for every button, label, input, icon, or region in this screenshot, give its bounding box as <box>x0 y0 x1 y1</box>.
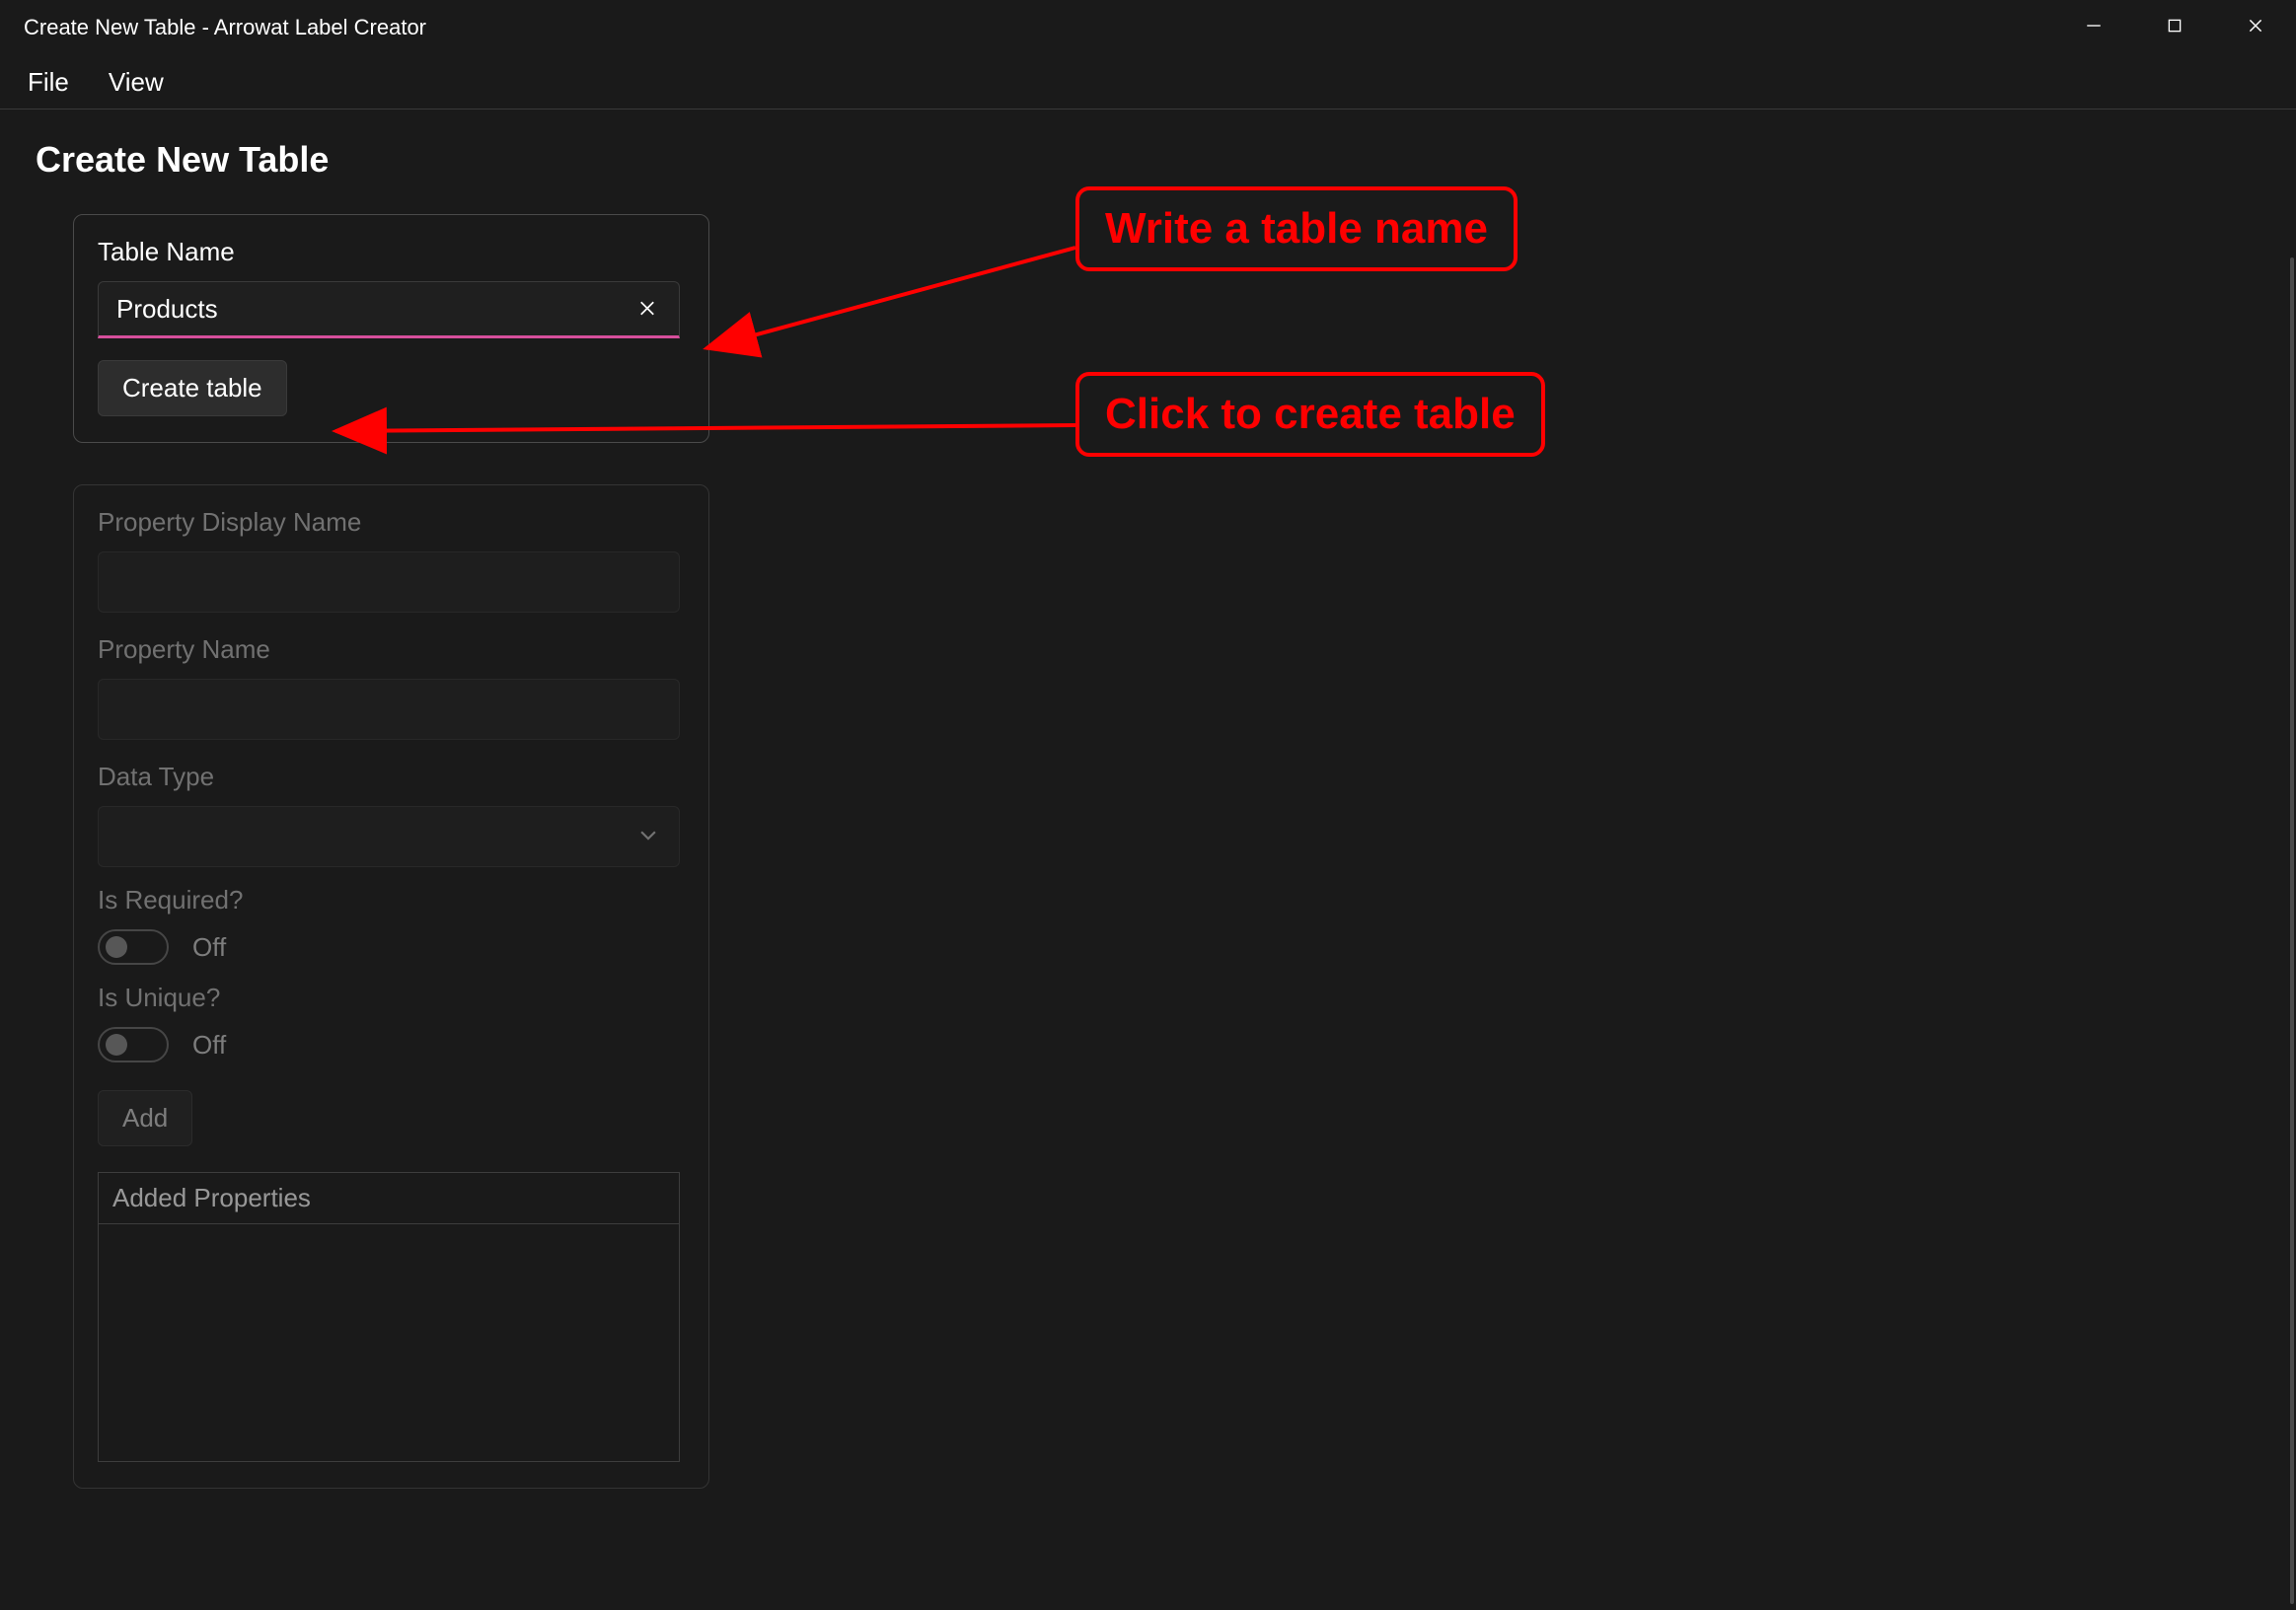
property-name-label: Property Name <box>98 634 685 665</box>
is-unique-toggle[interactable] <box>98 1027 169 1062</box>
content-scrollbar[interactable] <box>2290 257 2294 1604</box>
property-display-name-input[interactable] <box>98 551 680 613</box>
clear-icon <box>637 299 657 322</box>
clear-table-name-button[interactable] <box>637 299 657 322</box>
content-area: Create New Table Table Name Create table… <box>0 110 2296 1610</box>
property-name-input[interactable] <box>98 679 680 740</box>
data-type-label: Data Type <box>98 762 685 792</box>
maximize-icon <box>2166 17 2184 39</box>
property-name-wrap <box>98 679 685 740</box>
property-display-name-wrap <box>98 551 685 613</box>
create-table-button[interactable]: Create table <box>98 360 287 416</box>
menu-file[interactable]: File <box>8 59 89 106</box>
added-properties-header: Added Properties <box>99 1173 679 1224</box>
table-name-panel: Table Name Create table <box>73 214 709 443</box>
minimize-icon <box>2085 17 2103 39</box>
page-title: Create New Table <box>36 139 2260 181</box>
is-required-row: Off <box>98 929 685 965</box>
is-required-state: Off <box>192 932 226 963</box>
minimize-button[interactable] <box>2053 0 2134 55</box>
is-required-toggle[interactable] <box>98 929 169 965</box>
table-name-label: Table Name <box>98 237 685 267</box>
table-name-input[interactable] <box>98 281 680 338</box>
titlebar: Create New Table - Arrowat Label Creator <box>0 0 2296 55</box>
is-unique-label: Is Unique? <box>98 983 685 1013</box>
close-button[interactable] <box>2215 0 2296 55</box>
toggle-knob <box>106 1034 127 1056</box>
annotation-write-name: Write a table name <box>1075 186 1518 271</box>
data-type-select[interactable] <box>98 806 680 867</box>
chevron-down-icon <box>637 824 659 850</box>
annotation-click-create: Click to create table <box>1075 372 1545 457</box>
is-unique-row: Off <box>98 1027 685 1062</box>
property-display-name-label: Property Display Name <box>98 507 685 538</box>
added-properties-box: Added Properties <box>98 1172 680 1462</box>
is-unique-state: Off <box>192 1030 226 1061</box>
window-controls <box>2053 0 2296 55</box>
maximize-button[interactable] <box>2134 0 2215 55</box>
toggle-knob <box>106 936 127 958</box>
close-icon <box>2247 17 2264 39</box>
added-properties-body <box>99 1224 679 1461</box>
window-title: Create New Table - Arrowat Label Creator <box>24 15 426 40</box>
add-property-button[interactable]: Add <box>98 1090 192 1146</box>
menu-view[interactable]: View <box>89 59 184 106</box>
data-type-select-wrap <box>98 806 680 867</box>
table-name-input-wrap <box>98 281 685 338</box>
is-required-label: Is Required? <box>98 885 685 915</box>
property-panel: Property Display Name Property Name Data… <box>73 484 709 1489</box>
menubar: File View <box>0 55 2296 109</box>
